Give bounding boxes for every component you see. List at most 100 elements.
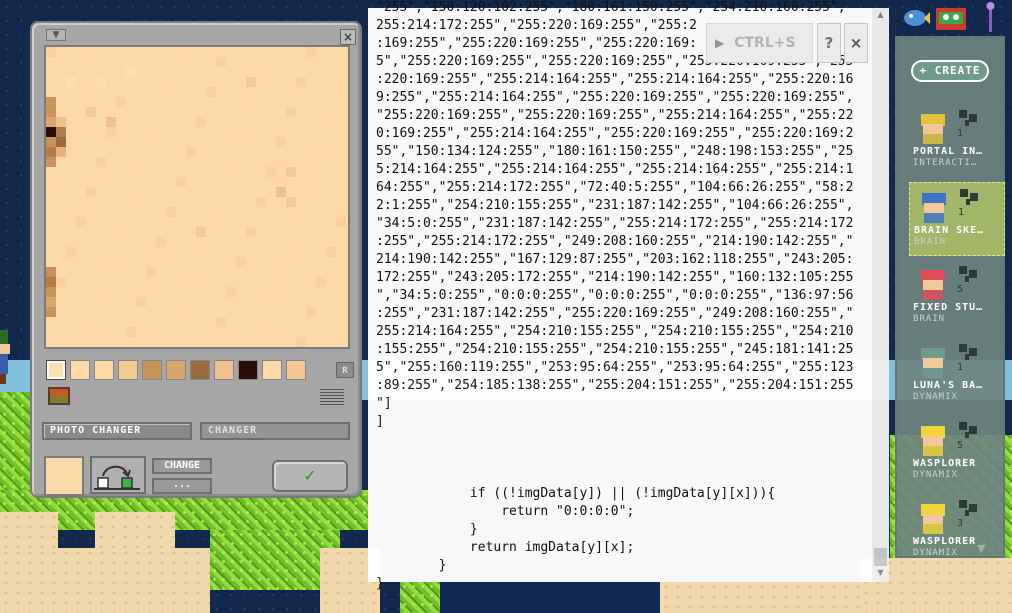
canvas-pixel[interactable] [286, 167, 296, 177]
canvas-pixel[interactable] [336, 87, 346, 97]
creature-icon[interactable] [934, 2, 968, 32]
code-line[interactable]: ] [376, 413, 868, 431]
canvas-pixel[interactable] [166, 207, 176, 217]
fish-icon[interactable] [900, 2, 930, 32]
canvas-pixel[interactable] [296, 77, 306, 87]
code-line[interactable]: :155:255","254:210:155:255","254:210:155… [376, 341, 868, 359]
canvas-pixel[interactable] [246, 77, 256, 87]
canvas-pixel[interactable] [56, 277, 66, 287]
code-line[interactable]: "34:5:0:255","231:187:142:255","255:214:… [376, 215, 868, 233]
canvas-pixel[interactable] [76, 217, 86, 227]
canvas-pixel[interactable] [266, 297, 276, 307]
canvas-pixel[interactable] [96, 77, 106, 87]
help-button[interactable]: ? [817, 23, 841, 63]
canvas-pixel[interactable] [56, 137, 66, 147]
canvas-pixel[interactable] [316, 147, 326, 157]
canvas-pixel[interactable] [236, 127, 246, 137]
canvas-pixel[interactable] [76, 87, 86, 97]
code-line[interactable]: return "0:0:0:0"; [376, 503, 868, 521]
canvas-pixel[interactable] [86, 57, 96, 67]
canvas-pixel[interactable] [46, 277, 56, 287]
save-run-button[interactable]: ▶ CTRL+S [706, 23, 813, 63]
item-name-field[interactable]: PHOTO CHANGER [42, 422, 192, 440]
canvas-pixel[interactable] [56, 127, 66, 137]
code-line[interactable]: 9:255","255:214:164:255","255:220:169:25… [376, 89, 868, 107]
canvas-pixel[interactable] [46, 287, 56, 297]
character-card[interactable]: 5 WASPLORER DYNAMIX [909, 416, 1005, 490]
canvas-pixel[interactable] [126, 197, 136, 207]
canvas-pixel[interactable] [196, 247, 206, 257]
code-line[interactable]: 2:1:255","254:210:155:255","231:187:142:… [376, 197, 868, 215]
palette-swatch[interactable] [94, 360, 114, 380]
canvas-pixel[interactable] [46, 177, 56, 187]
canvas-pixel[interactable] [46, 127, 56, 137]
canvas-pixel[interactable] [106, 257, 116, 267]
canvas-pixel[interactable] [46, 297, 56, 307]
canvas-pixel[interactable] [46, 107, 56, 117]
canvas-pixel[interactable] [86, 187, 96, 197]
character-link-icon[interactable] [957, 418, 981, 440]
canvas-pixel[interactable] [206, 217, 216, 227]
code-line[interactable]: "] [376, 395, 868, 413]
code-line[interactable]: if ((!imgData[y]) || (!imgData[y][x])){ [376, 485, 868, 503]
canvas-pixel[interactable] [66, 117, 76, 127]
canvas-pixel[interactable] [126, 327, 136, 337]
code-line[interactable]: 255:214:164:255","254:210:155:255","254:… [376, 323, 868, 341]
canvas-pixel[interactable] [306, 47, 316, 57]
character-card[interactable]: 1 BRAIN SKE… BRAIN [909, 182, 1005, 256]
canvas-pixel[interactable] [96, 287, 106, 297]
character-card[interactable]: 1 LUNA'S BA… DYNAMIX [909, 338, 1005, 412]
canvas-pixel[interactable] [246, 97, 256, 107]
code-line[interactable]: 0:169:255","255:214:164:255","255:220:16… [376, 125, 868, 143]
canvas-pixel[interactable] [296, 207, 306, 217]
canvas-pixel[interactable] [46, 267, 56, 277]
canvas-pixel[interactable] [176, 177, 186, 187]
canvas-pixel[interactable] [116, 227, 126, 237]
canvas-pixel[interactable] [276, 137, 286, 147]
canvas-pixel[interactable] [256, 327, 266, 337]
canvas-pixel[interactable] [306, 307, 316, 317]
canvas-pixel[interactable] [326, 117, 336, 127]
editor-scrollbar[interactable]: ▲ ▼ [872, 8, 889, 582]
canvas-pixel[interactable] [236, 257, 246, 267]
palette-swatch[interactable] [46, 360, 66, 380]
item-type-field[interactable]: CHANGER [200, 422, 350, 440]
character-card[interactable]: 1 PORTAL IN… INTERACTI… [909, 104, 1005, 178]
swap-image-button[interactable] [90, 456, 146, 494]
canvas-pixel[interactable] [186, 147, 196, 157]
canvas-pixel[interactable] [86, 317, 96, 327]
code-line[interactable]: 55","150:134:124:255","180:161:150:255",… [376, 143, 868, 161]
canvas-pixel[interactable] [216, 317, 226, 327]
code-line[interactable]: "255:220:169:255","255:220:169:255","255… [376, 107, 868, 125]
canvas-pixel[interactable] [146, 267, 156, 277]
character-link-icon[interactable] [957, 262, 981, 284]
create-button[interactable]: + CREATE [911, 60, 989, 82]
canvas-pixel[interactable] [166, 77, 176, 87]
code-line[interactable]: 64:255","255:214:172:255","72:40:5:255",… [376, 179, 868, 197]
canvas-pixel[interactable] [56, 117, 66, 127]
canvas-pixel[interactable] [136, 297, 146, 307]
canvas-pixel[interactable] [326, 247, 336, 257]
canvas-pixel[interactable] [116, 97, 126, 107]
canvas-pixel[interactable] [156, 237, 166, 247]
character-card[interactable]: 3 WASPLORER DYNAMIX [909, 494, 1005, 568]
palette-swatch[interactable] [166, 360, 186, 380]
canvas-pixel[interactable] [336, 217, 346, 227]
character-link-icon[interactable] [958, 185, 982, 207]
character-link-icon[interactable] [957, 340, 981, 362]
canvas-pixel[interactable] [46, 97, 56, 107]
canvas-pixel[interactable] [266, 167, 276, 177]
canvas-pixel[interactable] [46, 147, 56, 157]
change-button[interactable]: CHANGE [152, 458, 212, 474]
code-line[interactable] [376, 467, 868, 485]
canvas-pixel[interactable] [156, 107, 166, 117]
canvas-pixel[interactable] [216, 57, 226, 67]
palette-swatch[interactable] [238, 360, 258, 380]
canvas-pixel[interactable] [286, 197, 296, 207]
canvas-pixel[interactable] [246, 227, 256, 237]
minimize-button[interactable]: ▼ [46, 29, 66, 41]
canvas-pixel[interactable] [136, 167, 146, 177]
more-options-button[interactable]: ... [152, 478, 212, 494]
canvas-pixel[interactable] [46, 307, 56, 317]
canvas-pixel[interactable] [106, 127, 116, 137]
